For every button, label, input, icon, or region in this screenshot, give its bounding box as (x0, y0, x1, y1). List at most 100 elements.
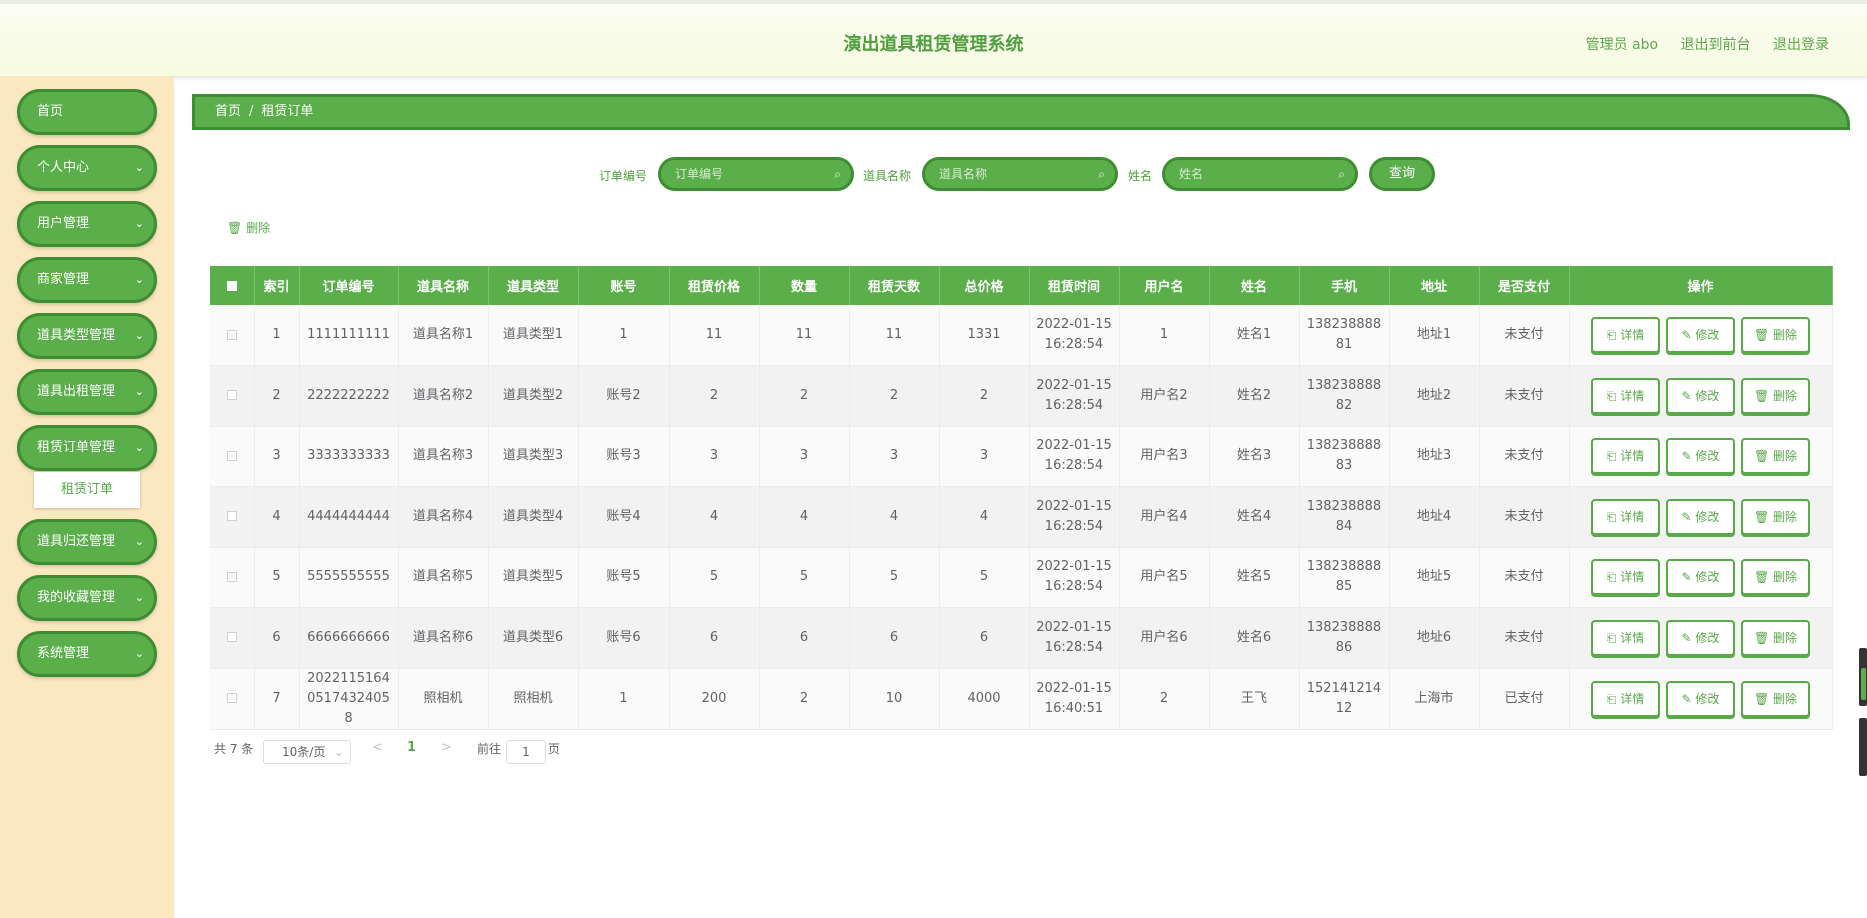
scrollbar-thumb-secondary[interactable] (1859, 718, 1867, 776)
column-header: 租赁时间 (1029, 266, 1120, 305)
delete-button-label: 删除 (1773, 509, 1798, 524)
row-checkbox[interactable] (226, 632, 237, 643)
edit-button[interactable]: ✎ 修改 (1666, 680, 1735, 717)
submenu-item-rental-orders[interactable]: 租赁订单 (34, 472, 140, 508)
sidebar-item[interactable]: 用户管理 ⌄ (17, 201, 157, 247)
column-header: 账号 (578, 266, 670, 305)
logout-link[interactable]: 退出登录 (1773, 37, 1829, 53)
detail-button[interactable]: ⎗ 详情 (1591, 680, 1660, 717)
goto-page-input[interactable]: 1 (506, 740, 546, 764)
sidebar-item[interactable]: 道具归还管理 ⌄ (17, 519, 157, 565)
table-cell: 用户名4 (1119, 486, 1210, 548)
scrollbar-indicator (1861, 668, 1866, 700)
delete-button[interactable]: 🗑︎ 删除 (1741, 559, 1810, 596)
table-cell: 4 (939, 486, 1030, 548)
table-cell: 姓名5 (1209, 547, 1300, 608)
edit-button[interactable]: ✎ 修改 (1666, 377, 1735, 414)
sidebar-item-label: 道具出租管理 (37, 384, 116, 399)
detail-button[interactable]: ⎗ 详情 (1591, 377, 1660, 414)
detail-button[interactable]: ⎗ 详情 (1591, 619, 1660, 656)
row-select-cell[interactable] (210, 426, 255, 487)
detail-button[interactable]: ⎗ 详情 (1591, 559, 1660, 596)
table-cell: 2022-01-15 16:28:54 (1029, 547, 1120, 608)
row-actions-cell: ⎗ 详情 ✎ 修改 🗑︎ 删除 (1569, 486, 1833, 548)
table-cell: 1331 (939, 305, 1030, 366)
current-page[interactable]: 1 (407, 740, 416, 755)
delete-button[interactable]: 🗑︎ 删除 (1741, 498, 1810, 535)
sidebar-item[interactable]: 个人中心 ⌄ (17, 145, 157, 191)
delete-button[interactable]: 🗑︎ 删除 (1741, 377, 1810, 414)
breadcrumb-home[interactable]: 首页 (215, 104, 241, 119)
row-select-cell[interactable] (210, 365, 255, 427)
row-select-cell[interactable] (210, 668, 255, 730)
detail-button[interactable]: ⎗ 详情 (1591, 438, 1660, 475)
detail-button[interactable]: ⎗ 详情 (1591, 317, 1660, 353)
chevron-down-icon: ⌄ (134, 441, 144, 454)
table-cell: 3 (939, 426, 1030, 487)
table-cell: 2 (939, 365, 1030, 427)
edit-button[interactable]: ✎ 修改 (1666, 559, 1735, 596)
pencil-icon: ✎ (1681, 449, 1696, 464)
query-button[interactable]: 查询 (1369, 157, 1435, 191)
prev-page-button[interactable]: < (372, 740, 383, 755)
row-checkbox[interactable] (226, 329, 237, 340)
breadcrumb-separator: / (249, 104, 254, 119)
table-cell: 姓名4 (1209, 486, 1300, 548)
table-cell: 6 (939, 607, 1030, 669)
table-row: 7 202211516405174324058 照相机 照相机 1 200 2 10 4000 2… (210, 668, 1833, 730)
edit-button[interactable]: ✎ 修改 (1666, 498, 1735, 535)
table-cell: 账号4 (578, 486, 670, 548)
table-cell: 4 (849, 486, 940, 548)
row-select-cell[interactable] (210, 486, 255, 548)
prop-name-input[interactable]: 道具名称 ⌕ (922, 157, 1118, 191)
table-cell: 4 (254, 486, 300, 548)
sidebar-item[interactable]: 我的收藏管理 ⌄ (17, 575, 157, 621)
sidebar-item[interactable]: 租赁订单管理 ⌄ (17, 425, 157, 471)
back-to-front-link[interactable]: 退出到前台 (1681, 37, 1751, 53)
order-number-input[interactable]: 订单编号 ⌕ (658, 157, 854, 191)
row-checkbox[interactable] (226, 450, 237, 461)
sidebar-item[interactable]: 首页 (17, 89, 157, 135)
prop-name-placeholder: 道具名称 (939, 167, 988, 181)
sidebar-item[interactable]: 商家管理 ⌄ (17, 257, 157, 303)
sidebar-item[interactable]: 道具出租管理 ⌄ (17, 369, 157, 415)
delete-button[interactable]: 🗑︎ 删除 (1741, 680, 1810, 717)
delete-button[interactable]: 🗑︎ 删除 (1741, 317, 1810, 353)
pencil-icon: ✎ (1681, 630, 1696, 645)
row-select-cell[interactable] (210, 305, 255, 366)
table-cell: 2022-01-15 16:28:54 (1029, 486, 1120, 548)
name-placeholder: 姓名 (1179, 167, 1204, 181)
edit-button[interactable]: ✎ 修改 (1666, 438, 1735, 475)
row-select-cell[interactable] (210, 547, 255, 608)
row-checkbox[interactable] (226, 511, 237, 522)
row-select-cell[interactable] (210, 607, 255, 669)
delete-button[interactable]: 🗑︎ 删除 (1741, 438, 1810, 475)
batch-delete-label: 删除 (246, 221, 271, 235)
select-all-header[interactable] (210, 266, 255, 305)
batch-delete-button[interactable]: 🗑︎ 删除 (227, 219, 270, 236)
table-cell: 用户名3 (1119, 426, 1210, 487)
row-checkbox[interactable] (226, 693, 237, 703)
order-number-placeholder: 订单编号 (675, 167, 724, 181)
delete-button[interactable]: 🗑︎ 删除 (1741, 619, 1810, 656)
edit-button[interactable]: ✎ 修改 (1666, 619, 1735, 656)
column-header: 订单编号 (299, 266, 399, 305)
name-input[interactable]: 姓名 ⌕ (1162, 157, 1358, 191)
delete-button-label: 删除 (1773, 691, 1798, 706)
sidebar-item[interactable]: 系统管理 ⌄ (17, 631, 157, 677)
detail-button-label: 详情 (1620, 570, 1645, 585)
row-checkbox[interactable] (226, 571, 237, 582)
detail-button[interactable]: ⎗ 详情 (1591, 498, 1660, 535)
edit-button[interactable]: ✎ 修改 (1666, 317, 1735, 353)
next-page-button[interactable]: > (441, 740, 452, 755)
column-header: 操作 (1569, 266, 1833, 305)
edit-button-label: 修改 (1695, 449, 1720, 464)
header-links: 管理员 abo 退出到前台 退出登录 (1568, 34, 1829, 54)
table-cell: 未支付 (1479, 486, 1570, 548)
row-checkbox[interactable] (226, 390, 237, 401)
select-all-checkbox[interactable] (226, 280, 237, 291)
chevron-down-icon: ⌄ (134, 329, 144, 342)
sidebar-item[interactable]: 道具类型管理 ⌄ (17, 313, 157, 359)
table-cell: 道具名称2 (398, 365, 489, 427)
page-size-select[interactable]: 10条/页 ⌄ (263, 740, 351, 764)
